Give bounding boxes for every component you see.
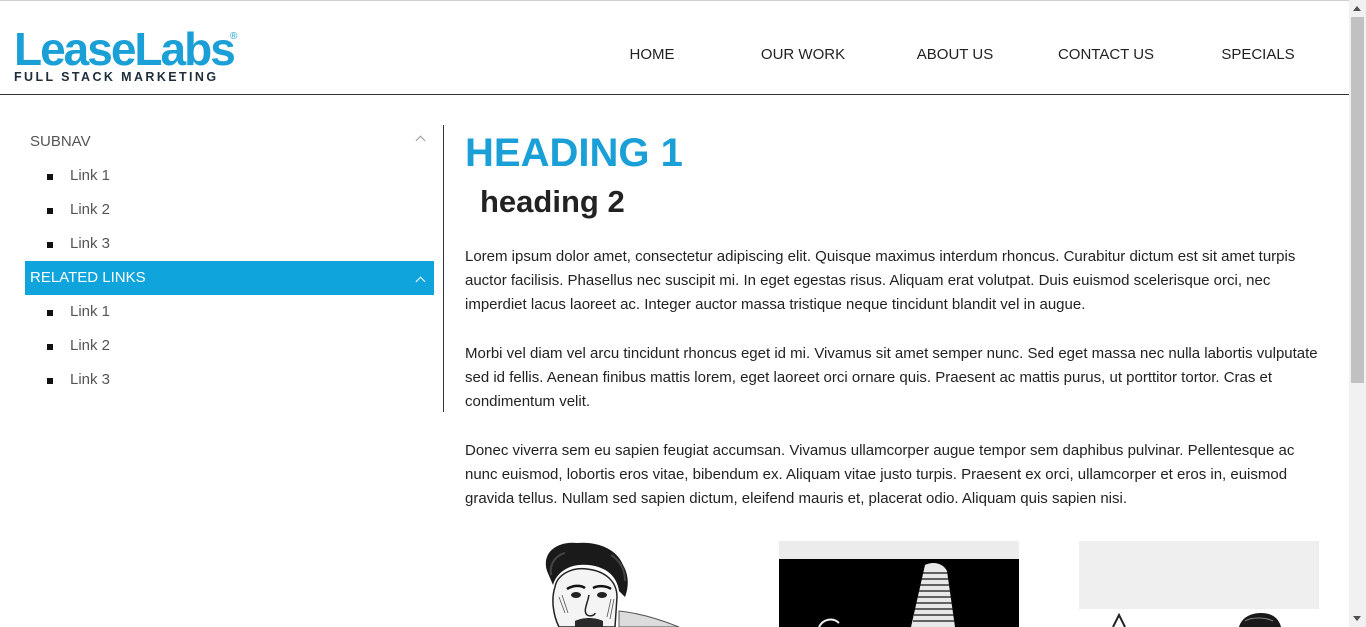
paragraph-2: Morbi vel diam vel arcu tincidunt rhoncu… <box>465 345 1318 410</box>
square-bullet-icon <box>47 208 53 214</box>
paragraph-1: Lorem ipsum dolor amet, consectetur adip… <box>465 248 1296 313</box>
scroll-down-arrow-icon[interactable] <box>1353 616 1361 621</box>
heading-2: heading 2 <box>480 184 625 219</box>
square-bullet-icon <box>47 174 53 180</box>
sidebar-link[interactable]: Link 1 <box>25 159 434 193</box>
nav-specials[interactable]: SPECIALS <box>1221 46 1294 63</box>
chevron-up-icon[interactable] <box>415 276 426 287</box>
square-bullet-icon <box>47 344 53 350</box>
chevron-up-icon[interactable] <box>415 135 426 146</box>
sidebar: SUBNAV Link 1 Link 2 Link 3 RELATED LINK… <box>25 125 434 397</box>
sidebar-link-label: Link 3 <box>70 235 111 252</box>
nav-our-work[interactable]: OUR WORK <box>761 46 845 63</box>
logo[interactable]: LeaseLabs ® FULL STACK MARKETING <box>14 23 254 87</box>
portrait-engraving-graphic <box>479 541 719 627</box>
heading-1: HEADING 1 <box>465 131 683 175</box>
hat-engraving-graphic <box>779 541 1019 627</box>
nav-about-us[interactable]: ABOUT US <box>917 46 993 63</box>
scroll-thumb[interactable] <box>1351 17 1364 383</box>
nav-home[interactable]: HOME <box>630 46 675 63</box>
sidebar-section-title: SUBNAV <box>30 133 91 150</box>
sidebar-link-label: Link 1 <box>70 167 111 184</box>
square-bullet-icon <box>47 378 53 384</box>
sidebar-link[interactable]: Link 2 <box>25 193 434 227</box>
nav-contact-us[interactable]: CONTACT US <box>1058 46 1154 63</box>
sidebar-link[interactable]: Link 1 <box>25 295 434 329</box>
sidebar-link[interactable]: Link 3 <box>25 363 434 397</box>
subnav-links: Link 1 Link 2 Link 3 <box>25 159 434 261</box>
sidebar-section-subnav[interactable]: SUBNAV <box>25 125 434 159</box>
sidebar-section-related-links[interactable]: RELATED LINKS <box>25 261 434 295</box>
sidebar-link-label: Link 2 <box>70 337 111 354</box>
sidebar-link[interactable]: Link 2 <box>25 329 434 363</box>
scroll-up-arrow-icon[interactable] <box>1353 6 1361 11</box>
site-header: LeaseLabs ® FULL STACK MARKETING HOME OU… <box>0 1 1349 95</box>
sidebar-divider <box>443 125 444 412</box>
square-bullet-icon <box>47 310 53 316</box>
sidebar-link-label: Link 1 <box>70 303 111 320</box>
sidebar-link-label: Link 3 <box>70 371 111 388</box>
paragraph-3: Donec viverra sem eu sapien feugiat accu… <box>465 442 1295 507</box>
registered-mark: ® <box>230 31 238 42</box>
sidebar-link-label: Link 2 <box>70 201 111 218</box>
engraving-figure-image <box>1079 541 1319 627</box>
page-scrollbar[interactable] <box>1349 0 1366 627</box>
square-bullet-icon <box>47 242 53 248</box>
related-links-list: Link 1 Link 2 Link 3 <box>25 295 434 397</box>
logo-brand: LeaseLabs <box>14 23 236 75</box>
logo-tagline: FULL STACK MARKETING <box>14 70 219 84</box>
engraving-portrait-image <box>479 541 719 627</box>
sidebar-link[interactable]: Link 3 <box>25 227 434 261</box>
engraving-hat-image <box>779 541 1019 627</box>
sidebar-section-title: RELATED LINKS <box>30 269 146 286</box>
figure-engraving-graphic <box>1079 541 1319 627</box>
